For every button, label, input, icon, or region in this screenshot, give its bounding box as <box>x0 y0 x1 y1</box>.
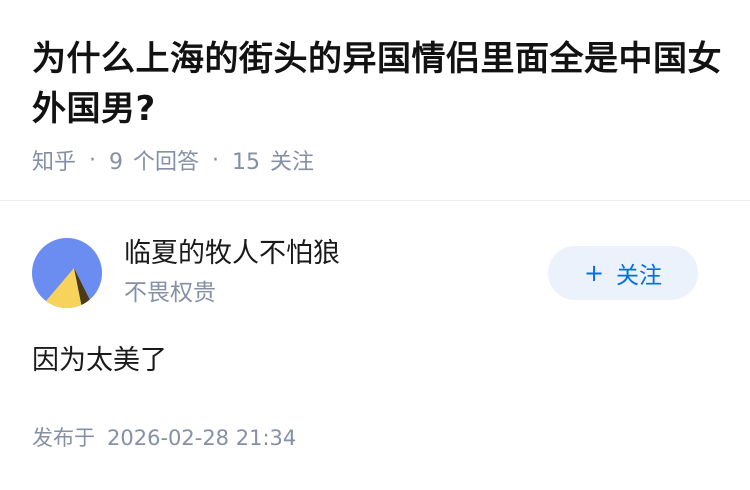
answer-content[interactable]: 因为太美了 <box>32 340 167 382</box>
follower-count-label: 关注 <box>270 150 315 175</box>
avatar[interactable] <box>32 238 102 308</box>
question-meta: 知乎 · 9 个回答 · 15 关注 <box>32 142 314 178</box>
publish-info: 发布于 2026-02-28 21:34 <box>32 422 296 454</box>
section-divider <box>0 200 750 201</box>
meta-separator: · <box>212 147 220 173</box>
answer-count: 9 <box>109 150 124 175</box>
source-label: 知乎 <box>32 150 77 175</box>
follow-button-label: 关注 <box>616 263 663 289</box>
follower-count-link[interactable]: 15 关注 <box>232 144 314 176</box>
meta-separator: · <box>89 147 97 173</box>
question-title[interactable]: 为什么上海的街头的异国情侣里面全是中国女外国男? <box>32 34 722 134</box>
published-time: 2026-02-28 21:34 <box>107 426 297 450</box>
plus-icon: + <box>583 259 605 287</box>
published-label: 发布于 <box>32 426 95 450</box>
answer-count-link[interactable]: 9 个回答 <box>109 144 199 176</box>
answer-count-label: 个回答 <box>133 150 200 175</box>
answer-page: 为什么上海的街头的异国情侣里面全是中国女外国男? 知乎 · 9 个回答 · 15 关… <box>0 0 750 490</box>
avatar-mountain-icon <box>32 238 102 308</box>
follower-count: 15 <box>232 150 261 175</box>
author-bio: 不畏权贵 <box>124 280 216 306</box>
author-name[interactable]: 临夏的牧人不怕狼 <box>124 234 340 274</box>
follow-button[interactable]: + 关注 <box>548 246 698 300</box>
